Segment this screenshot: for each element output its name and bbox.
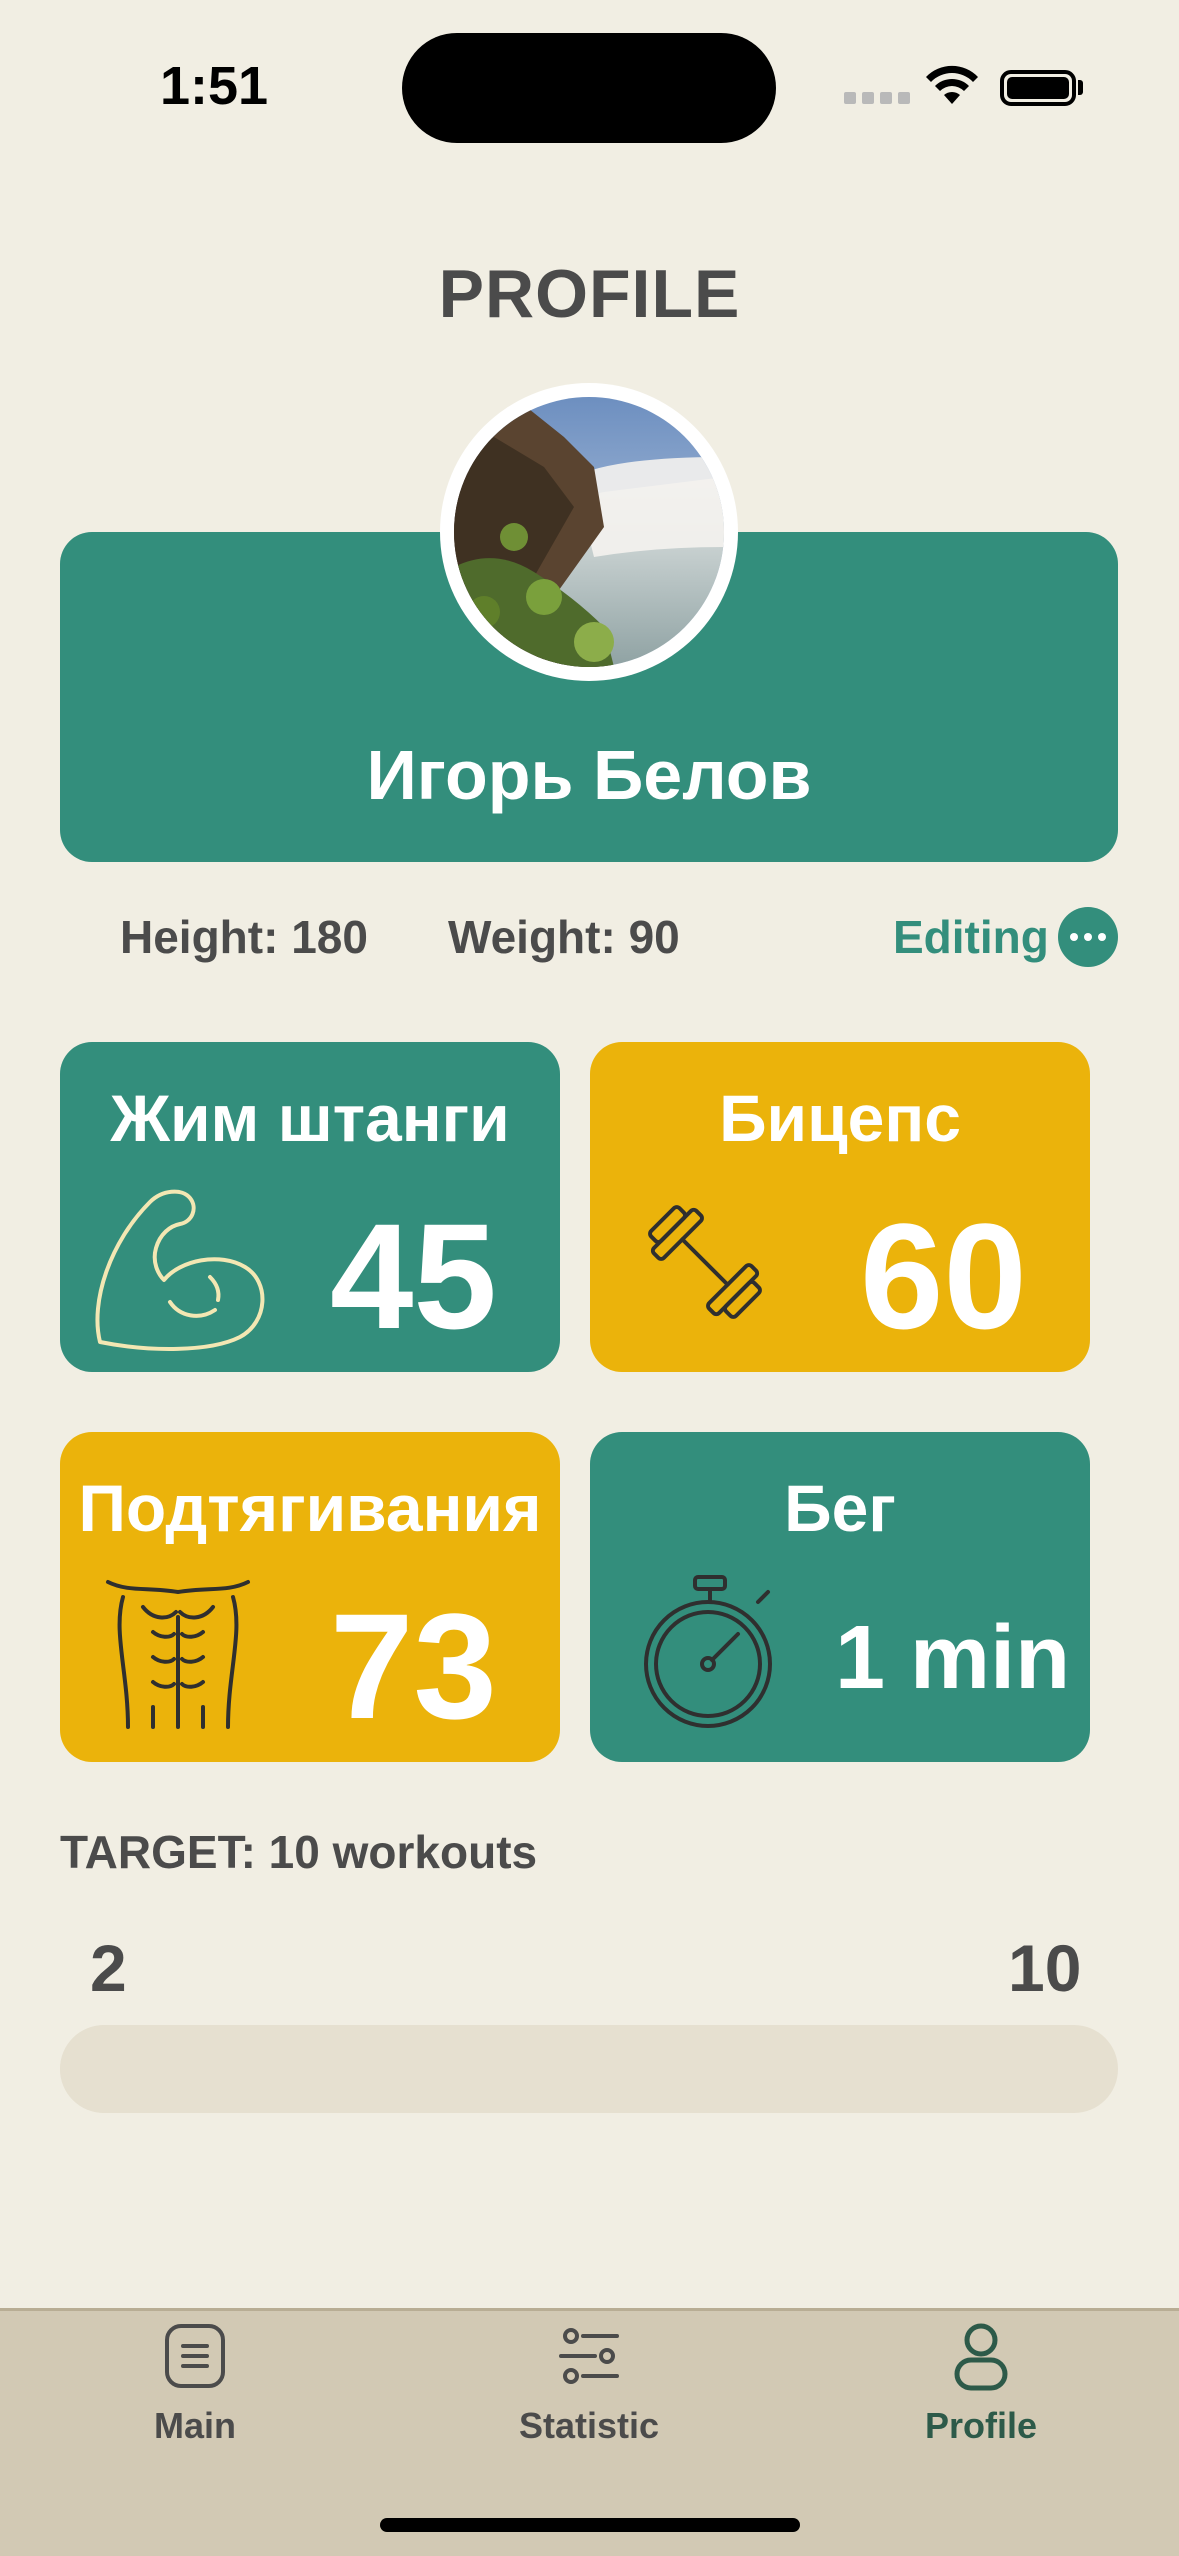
progress-goal: 10 [1008,1931,1082,2005]
exercise-tile-running[interactable]: Бег 1 min [590,1432,1090,1762]
battery-icon [1000,70,1076,106]
profile-name: Игорь Белов [366,736,812,814]
target-label: TARGET: 10 workouts [60,1826,538,1878]
tab-profile[interactable]: Profile [856,2320,1106,2447]
progress-current: 2 [90,1931,127,2005]
home-indicator [380,2518,800,2532]
height-label: Height: 180 [120,911,368,963]
ellipsis-icon [1070,933,1078,941]
cellular-signal-icon [844,92,910,104]
tile-title: Жим штанги [110,1081,510,1155]
tile-value: 73 [330,1582,497,1750]
sliders-icon [559,2328,619,2384]
tile-value: 45 [330,1192,497,1360]
tab-statistic[interactable]: Statistic [464,2320,714,2447]
exercise-tile-biceps[interactable]: Бицепс 60 [590,1042,1090,1372]
tab-label: Statistic [518,2405,660,2446]
waterfall-photo [454,397,724,667]
dynamic-island [402,33,776,143]
tab-main[interactable]: Main [70,2320,320,2447]
progress-bar [60,2025,1118,2113]
tab-label: Main [153,2405,236,2446]
tile-value: 1 min [835,1608,1071,1708]
abs-torso-icon [106,1580,250,1729]
stopwatch-icon [644,1575,772,1728]
more-options-button[interactable] [1058,907,1118,967]
page-title: PROFILE [438,256,741,332]
exercise-tile-pull-ups[interactable]: Подтягивания 73 [60,1432,560,1762]
exercise-tile-bench-press[interactable]: Жим штанги 45 [60,1042,560,1372]
person-icon [954,2323,1008,2391]
tile-title: Бицепс [719,1081,961,1155]
tile-title: Бег [784,1471,896,1545]
wifi-icon [926,65,978,104]
flexed-arm-icon [95,1189,265,1351]
progress-bar-fill [60,2025,272,2113]
avatar[interactable] [440,383,738,681]
battery-tip [1078,80,1083,95]
dumbbell-icon [648,1205,762,1319]
list-icon [165,2324,225,2388]
editing-link[interactable]: Editing [893,910,1049,964]
weight-label: Weight: 90 [448,911,680,963]
tile-title: Подтягивания [78,1471,542,1545]
tile-value: 60 [860,1192,1027,1360]
tab-label: Profile [924,2405,1038,2446]
status-time: 1:51 [160,56,269,116]
